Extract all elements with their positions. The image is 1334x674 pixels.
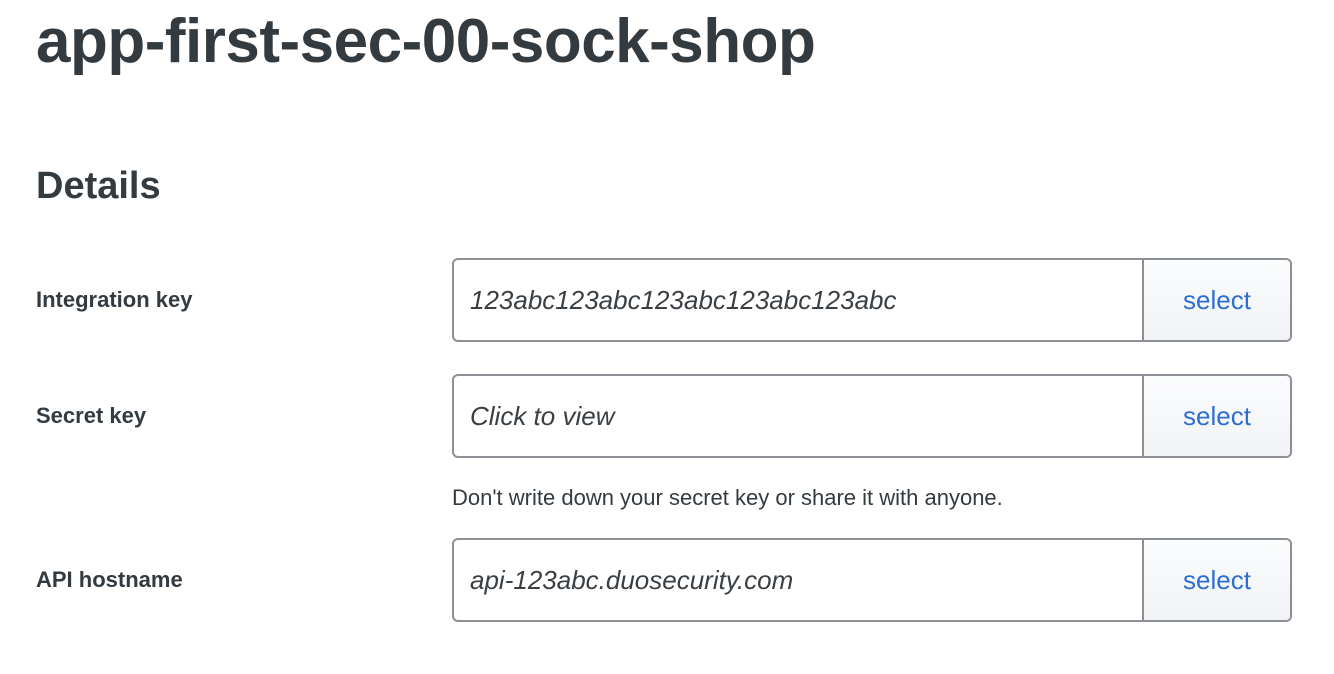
integration-key-field: 123abc123abc123abc123abc123abc select [452,258,1292,342]
integration-key-select-button[interactable]: select [1142,260,1290,340]
api-hostname-select-button[interactable]: select [1142,540,1290,620]
details-heading: Details [36,165,161,207]
secret-key-value[interactable]: Click to view [454,376,1142,456]
secret-key-field: Click to view select [452,374,1292,458]
page-title: app-first-sec-00-sock-shop [36,7,816,76]
api-hostname-field: api-123abc.duosecurity.com select [452,538,1292,622]
integration-key-label: Integration key [36,287,193,312]
secret-key-help-text: Don't write down your secret key or shar… [452,485,1003,510]
app-details-page: app-first-sec-00-sock-shop Details Integ… [0,0,1334,674]
api-hostname-label: API hostname [36,567,183,592]
api-hostname-value[interactable]: api-123abc.duosecurity.com [454,540,1142,620]
secret-key-label: Secret key [36,403,147,428]
integration-key-value[interactable]: 123abc123abc123abc123abc123abc [454,260,1142,340]
secret-key-select-button[interactable]: select [1142,376,1290,456]
